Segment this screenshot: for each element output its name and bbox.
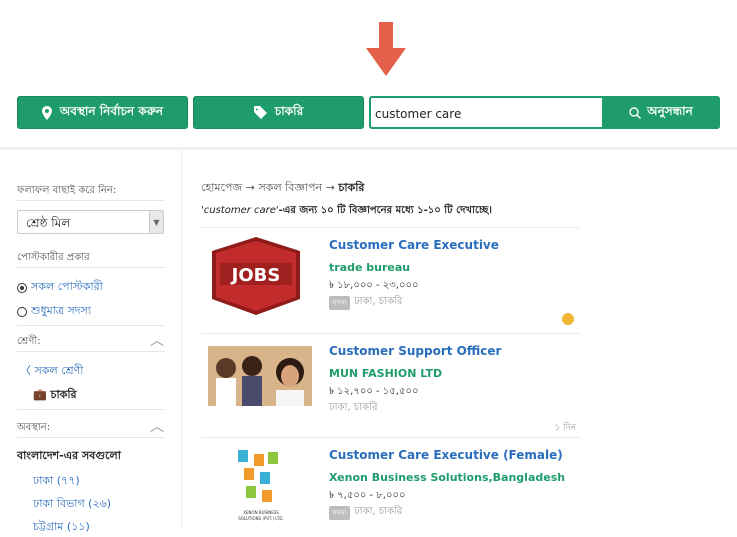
listing-item[interactable]: XENON BUSINESS SOLUTIONS (PVT.) LTD. Cus… xyxy=(201,437,580,528)
listing-location-text: ঢাকা, চাকরি xyxy=(329,402,378,413)
divider xyxy=(17,267,165,268)
listing-item[interactable]: Customer Support Officer MUN FASHION LTD… xyxy=(201,333,580,437)
search-bar: অবস্থান নির্বাচন করুন চাকরি অনুসন্ধান xyxy=(17,96,720,129)
breadcrumb-arrow-icon: → xyxy=(325,181,339,194)
map-pin-icon xyxy=(41,105,52,120)
listing-location: সদস্য ঢাকা, চাকরি xyxy=(329,504,402,521)
breadcrumb-home[interactable]: হোমপেজ xyxy=(201,181,242,194)
divider xyxy=(17,351,165,352)
breadcrumb: হোমপেজ → সকল বিজ্ঞাপন → চাকরি xyxy=(201,179,364,198)
category-button[interactable]: চাকরি xyxy=(193,96,364,129)
listing-title[interactable]: Customer Support Officer xyxy=(329,344,501,358)
listing-posted-time: ১ দিন xyxy=(554,423,576,433)
svg-text:SOLUTIONS (PVT.) LTD.: SOLUTIONS (PVT.) LTD. xyxy=(238,516,283,521)
divider xyxy=(17,325,165,326)
breadcrumb-current: চাকরি xyxy=(338,181,365,194)
listing-location-text: ঢাকা, চাকরি xyxy=(353,506,403,517)
chevron-up-icon[interactable]: ︿ xyxy=(150,330,164,350)
listing-title[interactable]: Customer Care Executive (Female) xyxy=(329,448,563,462)
jobs-logo-text: JOBS xyxy=(230,265,281,286)
sort-select[interactable]: শ্রেষ্ঠ মিল ▼ xyxy=(17,210,164,234)
listing-salary: ৳ ৭,৫০০ - ৮,০০০ xyxy=(329,490,406,501)
listing-company: MUN FASHION LTD xyxy=(329,367,443,380)
radio-members-label: শুধুমাত্র সদস্য xyxy=(31,304,92,317)
breadcrumb-arrow-icon: → xyxy=(245,181,259,194)
chevron-left-icon: 〈 xyxy=(20,364,35,377)
jobs-logo-thumbnail: JOBS xyxy=(212,237,300,315)
member-badge: সদস্য xyxy=(329,505,350,520)
down-arrow-icon xyxy=(366,22,406,76)
radio-all-posters-label: সকল পোস্টকারী xyxy=(31,280,103,293)
summary-text: -এর জন্য ১০ টি বিজ্ঞাপনের মধ্যে ১-১০ টি … xyxy=(278,205,492,216)
location-all[interactable]: বাংলাদেশ-এর সবগুলো xyxy=(17,447,121,466)
divider xyxy=(17,437,165,438)
divider xyxy=(17,200,165,201)
search-button-label: অনুসন্ধান xyxy=(647,103,693,118)
listing-salary: ৳ ১২,৭০০ - ১৫,৫০০ xyxy=(329,386,419,397)
search-field: অনুসন্ধান xyxy=(369,96,720,129)
listing-location: সদস্য ঢাকা, চাকরি xyxy=(329,294,402,311)
radio-unselected-icon xyxy=(17,306,27,317)
search-input[interactable] xyxy=(375,105,600,123)
radio-all-posters[interactable]: সকল পোস্টকারী xyxy=(17,278,103,297)
summary-query: 'customer care' xyxy=(201,205,279,216)
member-badge: সদস্য xyxy=(329,295,350,310)
listing-salary: ৳ ১৮,০০০ - ২৩,০০০ xyxy=(329,280,419,291)
results-summary: 'customer care'-এর জন্য ১০ টি বিজ্ঞাপনের… xyxy=(201,203,492,220)
gold-member-icon xyxy=(562,313,574,325)
xenon-logo-thumbnail: XENON BUSINESS SOLUTIONS (PVT.) LTD. xyxy=(238,450,284,521)
sort-select-value: শ্রেষ্ঠ মিল xyxy=(26,216,71,230)
support-officer-photo-thumbnail xyxy=(208,346,312,406)
radio-members-only[interactable]: শুধুমাত্র সদস্য xyxy=(17,302,91,321)
sort-label: ফলাফল বাছাই করে নিন: xyxy=(17,185,117,196)
current-category[interactable]: 💼 চাকরি xyxy=(33,386,77,405)
location-button-label: অবস্থান নির্বাচন করুন xyxy=(59,103,164,118)
listing-company: Xenon Business Solutions,Bangladesh xyxy=(329,471,566,484)
listing-location: ঢাকা, চাকরি xyxy=(329,400,377,417)
svg-text:XENON BUSINESS: XENON BUSINESS xyxy=(243,510,279,515)
tag-icon xyxy=(253,106,267,119)
divider xyxy=(17,409,165,410)
radio-selected-icon xyxy=(17,282,27,293)
search-button[interactable]: অনুসন্ধান xyxy=(602,96,720,129)
breadcrumb-all-ads[interactable]: সকল বিজ্ঞাপন xyxy=(259,181,323,194)
chevron-up-icon[interactable]: ︿ xyxy=(150,416,164,436)
location-button[interactable]: অবস্থান নির্বাচন করুন xyxy=(17,96,188,129)
listing-company: trade bureau xyxy=(329,261,411,274)
location-dhaka-division-link[interactable]: ঢাকা বিভাগ (২৬) xyxy=(33,495,111,514)
listing-location-text: ঢাকা, চাকরি xyxy=(353,296,403,307)
current-category-label: চাকরি xyxy=(50,388,77,401)
filter-sidebar: ফলাফল বাছাই করে নিন: শ্রেষ্ঠ মিল ▼ পোস্ট… xyxy=(0,150,182,533)
results-main: হোমপেজ → সকল বিজ্ঞাপন → চাকরি 'customer … xyxy=(183,150,737,528)
location-dhaka-link[interactable]: ঢাকা (৭৭) xyxy=(33,472,80,491)
listing-item[interactable]: JOBS Customer Care Executive trade burea… xyxy=(201,227,580,333)
location-label: অবস্থান: xyxy=(17,422,51,433)
search-icon xyxy=(629,106,642,119)
all-categories-link[interactable]: 〈 সকল শ্রেণী xyxy=(20,362,83,381)
chevron-down-icon: ▼ xyxy=(149,211,163,233)
category-label: শ্রেণী: xyxy=(17,336,41,347)
briefcase-icon: 💼 xyxy=(33,388,47,401)
category-button-label: চাকরি xyxy=(274,103,304,118)
all-categories-label: সকল শ্রেণী xyxy=(34,364,84,377)
listing-title[interactable]: Customer Care Executive xyxy=(329,238,499,252)
poster-type-label: পোস্টকারীর প্রকার xyxy=(17,252,90,263)
